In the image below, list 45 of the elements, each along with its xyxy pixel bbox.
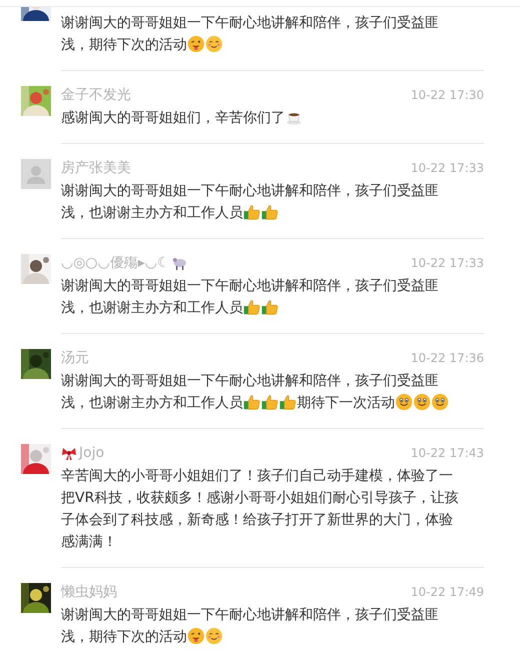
comment-text: 谢谢闽大的哥哥姐姐一下午耐心地讲解和陪伴，孩子们受益匪 [61,607,439,623]
comment-text: 把VR科技，收获颇多！感谢小哥哥小姐姐们耐心引导孩子，让孩 [61,490,458,506]
comment-text: 感满满！ [61,534,117,550]
comment-text: 浅，也谢谢主办方和工作人员 [61,300,243,316]
user-name[interactable]: 金子不发光 [61,86,131,104]
thumbs-up-icon [243,393,261,411]
comment-text: 浅，期待下次的活动 [61,37,187,53]
user-name[interactable]: 房产张美美 [61,159,131,177]
comment-time: 10-22 17:49 [410,585,484,599]
comment-text: 浅，也谢谢主办方和工作人员 [61,205,243,221]
user-name[interactable]: 懒虫妈妈 [61,583,117,601]
user-name[interactable]: Jojo [79,444,104,462]
comment-text: 谢谢闽大的哥哥姐姐一下午耐心地讲解和陪伴，孩子们受益匪 [61,373,439,389]
comment-time: 10-22 17:33 [410,161,484,175]
smiling-face-icon [205,627,223,645]
comment-text: 子体会到了科技感，新奇感！给孩子打开了新世界的大门，体验 [61,512,453,528]
sheep-icon [172,255,188,271]
comment-time: 10-22 17:33 [410,256,484,270]
thumbs-up-icon [261,298,279,316]
smiley-icon [431,393,449,411]
user-name[interactable]: ◡◎○◡優殤▸◡☾ [61,254,170,272]
thumbs-up-icon [261,393,279,411]
comment-text: 谢谢闽大的哥哥姐姐一下午耐心地讲解和陪伴，孩子们受益匪 [61,183,439,199]
comment-text: 辛苦闽大的小哥哥小姐姐们了！孩子们自己动手建模，体验了一 [61,468,453,484]
smiling-face-icon [205,35,223,53]
person-icon [21,159,51,189]
smiley-icon [413,393,431,411]
comment-time: 10-22 17:30 [410,88,484,102]
comment-text: 谢谢闽大的哥哥姐姐一下午耐心地讲解和陪伴，孩子们受益匪 [61,278,439,294]
comment-text: 谢谢闽大的哥哥姐姐一下午耐心地讲解和陪伴，孩子们受益匪 [61,15,439,31]
winking-face-icon [187,35,205,53]
thumbs-up-icon [261,203,279,221]
comment-text: 浅，期待下次的活动 [61,629,187,645]
comment-time: 10-22 17:43 [410,446,484,460]
thumbs-up-icon [243,203,261,221]
comment-text: 感谢闽大的哥哥姐姐们，辛苦你们了 [61,110,285,126]
comment-text: 浅，也谢谢主办方和工作人员 [61,395,243,411]
smiley-icon [395,393,413,411]
winking-face-icon [187,627,205,645]
bow-icon [61,445,77,461]
user-name[interactable]: 汤元 [61,349,89,367]
comment-text: 期待下一次活动 [297,395,395,411]
thumbs-up-icon [279,393,297,411]
comment-time: 10-22 17:36 [410,351,484,365]
thumbs-up-icon [243,298,261,316]
